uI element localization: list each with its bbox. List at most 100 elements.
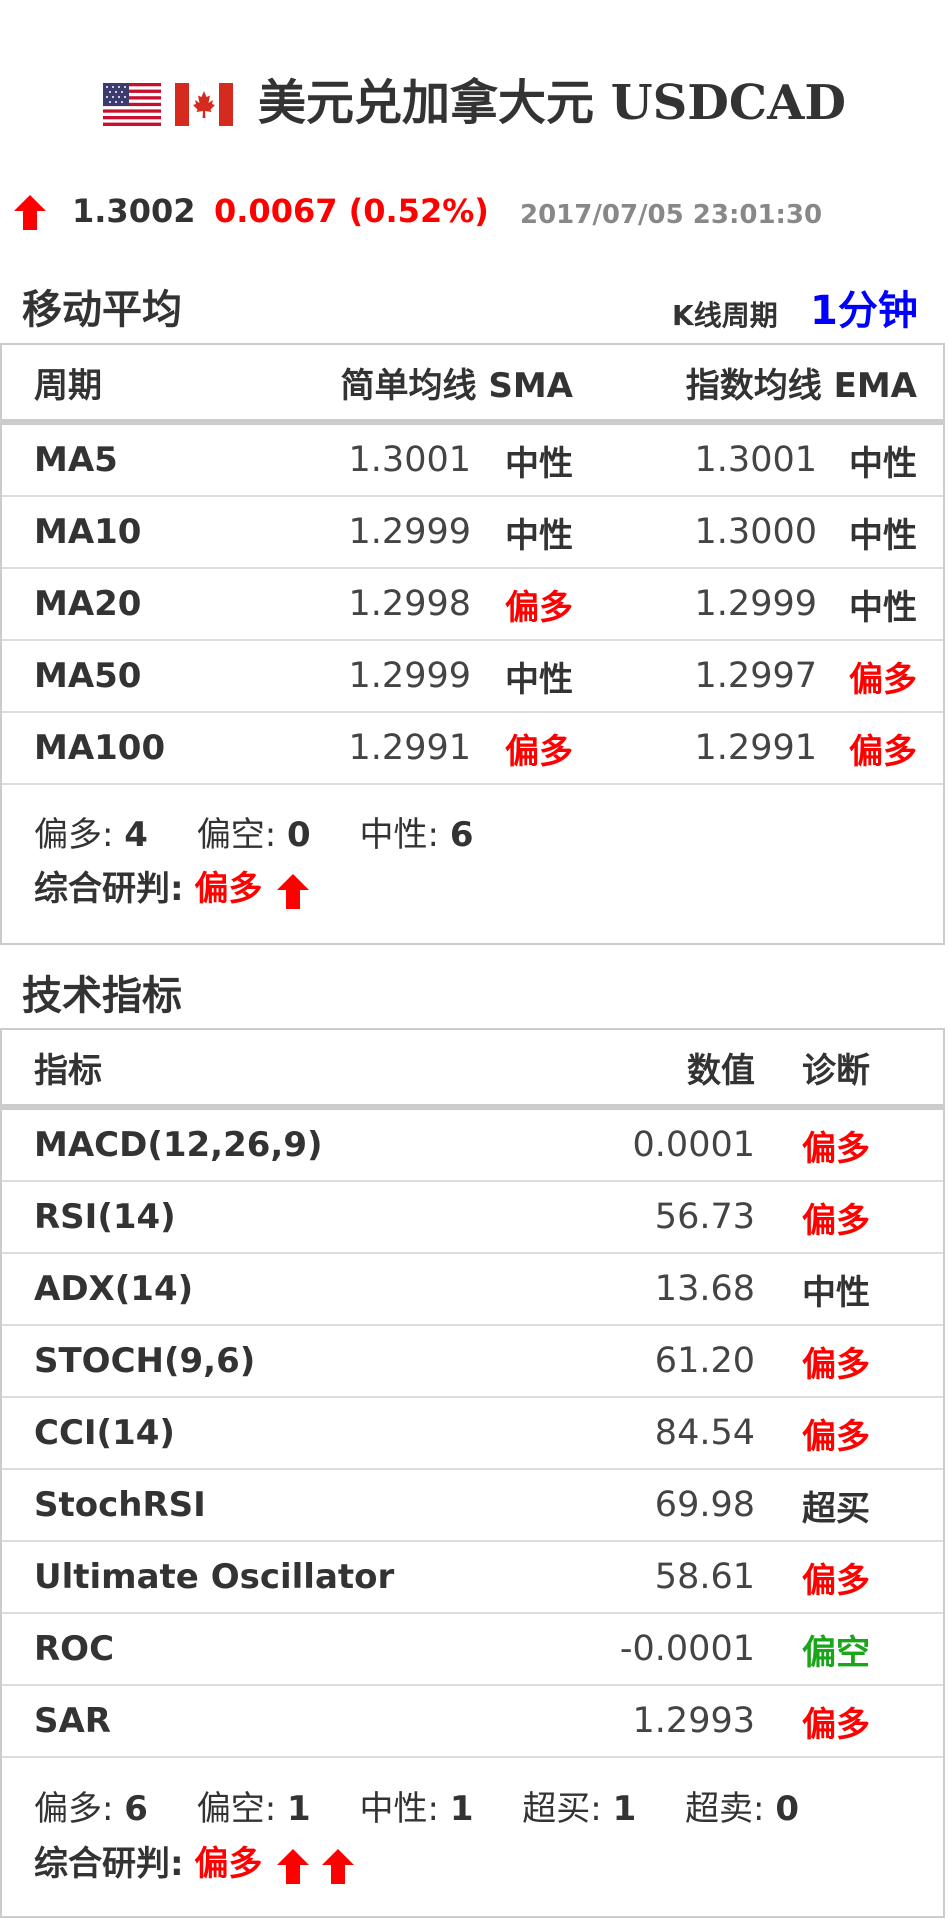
title-en: USDCAD (610, 75, 846, 131)
tech-section-title: 技术指标 (22, 973, 182, 1019)
indicator-value: 58.61 (654, 1557, 755, 1597)
arrow-up-icon (14, 195, 46, 230)
indicator-value: 1.2993 (632, 1701, 755, 1741)
col-value: 数值 (687, 1050, 755, 1091)
ma-name: MA20 (34, 584, 142, 624)
ma-verdict-label: 综合研判: (34, 869, 184, 909)
sma-value: 1.2999 (348, 656, 471, 696)
tech-overbought-label: 超买: (522, 1789, 602, 1829)
tech-summary-counts: 偏多: 6 偏空: 1 中性: 1 超买: 1 超卖: 0 (34, 1785, 799, 1833)
sma-value: 1.2999 (348, 512, 471, 552)
arrow-up-icon (277, 873, 310, 909)
indicator-value: 56.73 (654, 1197, 755, 1237)
tech-verdict: 综合研判: 偏多 (34, 1840, 358, 1888)
ma-name: MA10 (34, 512, 142, 552)
indicator-name: CCI(14) (34, 1413, 175, 1453)
ema-value: 1.2991 (694, 728, 817, 768)
sma-signal: 偏多 (505, 731, 573, 772)
tech-bull-label: 偏多: (34, 1789, 114, 1829)
col-indicator: 指标 (34, 1050, 102, 1091)
sma-signal: 中性 (505, 659, 573, 700)
ema-signal: 偏多 (849, 731, 917, 772)
tech-verdict-value: 偏多 (194, 1844, 263, 1884)
indicator-value: 0.0001 (632, 1125, 755, 1165)
indicator-row: ADX(14) 13.68 中性 (2, 1254, 943, 1326)
indicator-name: Ultimate Oscillator (34, 1557, 395, 1597)
ca-flag-icon (175, 83, 233, 126)
indicator-name: ADX(14) (34, 1269, 194, 1309)
ma-table-header: 周期 简单均线 SMA 指数均线 EMA (2, 345, 943, 425)
tech-oversold-label: 超卖: (685, 1789, 765, 1829)
tech-neutral-count: 1 (449, 1789, 474, 1829)
indicator-name: RSI(14) (34, 1197, 176, 1237)
ma-bear-label: 偏空: (196, 815, 277, 855)
indicator-value: -0.0001 (619, 1629, 755, 1669)
ma-bull-label: 偏多: (34, 815, 114, 855)
ma-name: MA50 (34, 656, 142, 696)
sma-value: 1.2998 (348, 584, 471, 624)
ma-summary-counts: 偏多: 4 偏空: 0 中性: 6 (34, 811, 473, 859)
indicator-row: SAR 1.2993 偏多 (2, 1686, 943, 1758)
tech-bull-count: 6 (124, 1789, 148, 1829)
tech-table-header: 指标 数值 诊断 (2, 1030, 943, 1110)
ma-bull-count: 4 (124, 815, 148, 855)
ma-neutral-count: 6 (449, 815, 474, 855)
indicator-name: STOCH(9,6) (34, 1341, 256, 1381)
indicator-signal: 偏多 (802, 1128, 870, 1169)
ma-bear-count: 0 (287, 815, 311, 855)
indicator-name: ROC (34, 1629, 115, 1669)
ma-verdict-value: 偏多 (194, 869, 263, 909)
ma-neutral-label: 中性: (359, 815, 439, 855)
arrow-up-icon (277, 1848, 310, 1884)
indicator-signal: 偏多 (802, 1560, 870, 1601)
tech-oversold-count: 0 (775, 1789, 800, 1829)
indicator-row: STOCH(9,6) 61.20 偏多 (2, 1326, 943, 1398)
ma-row: MA10 1.2999 中性 1.3000 中性 (2, 497, 943, 569)
indicator-name: StochRSI (34, 1485, 206, 1525)
tech-neutral-label: 中性: (359, 1789, 439, 1829)
sma-signal: 中性 (505, 443, 573, 484)
current-price: 1.3002 (72, 192, 196, 230)
ema-signal: 中性 (849, 515, 917, 556)
tech-bear-label: 偏空: (196, 1789, 277, 1829)
indicator-name: MACD(12,26,9) (34, 1125, 323, 1165)
ema-signal: 偏多 (849, 659, 917, 700)
sma-value: 1.3001 (348, 440, 471, 480)
tech-overbought-count: 1 (612, 1789, 637, 1829)
indicator-signal: 超买 (802, 1488, 870, 1529)
title-cn: 美元兑加拿大元 (258, 75, 595, 131)
quote-timestamp: 2017/07/05 23:01:30 (520, 200, 823, 230)
kline-period-label: K线周期 (672, 299, 778, 332)
tech-bear-count: 1 (287, 1789, 311, 1829)
indicator-row: RSI(14) 56.73 偏多 (2, 1182, 943, 1254)
price-change: 0.0067 (0.52%) (214, 192, 489, 230)
indicator-value: 84.54 (654, 1413, 755, 1453)
page-title: 美元兑加拿大元 USDCAD (258, 66, 846, 140)
ma-row: MA50 1.2999 中性 1.2997 偏多 (2, 641, 943, 713)
ma-row: MA100 1.2991 偏多 1.2991 偏多 (2, 713, 943, 785)
ma-table: 周期 简单均线 SMA 指数均线 EMA MA5 1.3001 中性 1.300… (0, 343, 945, 945)
indicator-row: MACD(12,26,9) 0.0001 偏多 (2, 1110, 943, 1182)
sma-signal: 偏多 (505, 587, 573, 628)
sma-value: 1.2991 (348, 728, 471, 768)
indicator-value: 13.68 (654, 1269, 755, 1309)
tech-verdict-label: 综合研判: (34, 1844, 184, 1884)
us-flag-icon (103, 83, 161, 126)
ema-value: 1.2999 (694, 584, 817, 624)
tech-table: 指标 数值 诊断 MACD(12,26,9) 0.0001 偏多 RSI(14) … (0, 1028, 945, 1918)
kline-period-selector[interactable]: 1分钟 (810, 286, 918, 336)
indicator-signal: 偏空 (802, 1632, 870, 1673)
col-ema: 指数均线 EMA (685, 365, 917, 406)
indicator-signal: 偏多 (802, 1344, 870, 1385)
indicator-signal: 偏多 (802, 1200, 870, 1241)
ema-signal: 中性 (849, 443, 917, 484)
ema-value: 1.3001 (694, 440, 817, 480)
indicator-name: SAR (34, 1701, 111, 1741)
col-sma: 简单均线 SMA (340, 365, 573, 406)
col-diagnosis: 诊断 (802, 1050, 870, 1091)
indicator-row: ROC -0.0001 偏空 (2, 1614, 943, 1686)
arrow-up-icon (322, 1848, 355, 1884)
indicator-value: 69.98 (654, 1485, 755, 1525)
indicator-signal: 偏多 (802, 1416, 870, 1457)
ema-value: 1.3000 (694, 512, 817, 552)
